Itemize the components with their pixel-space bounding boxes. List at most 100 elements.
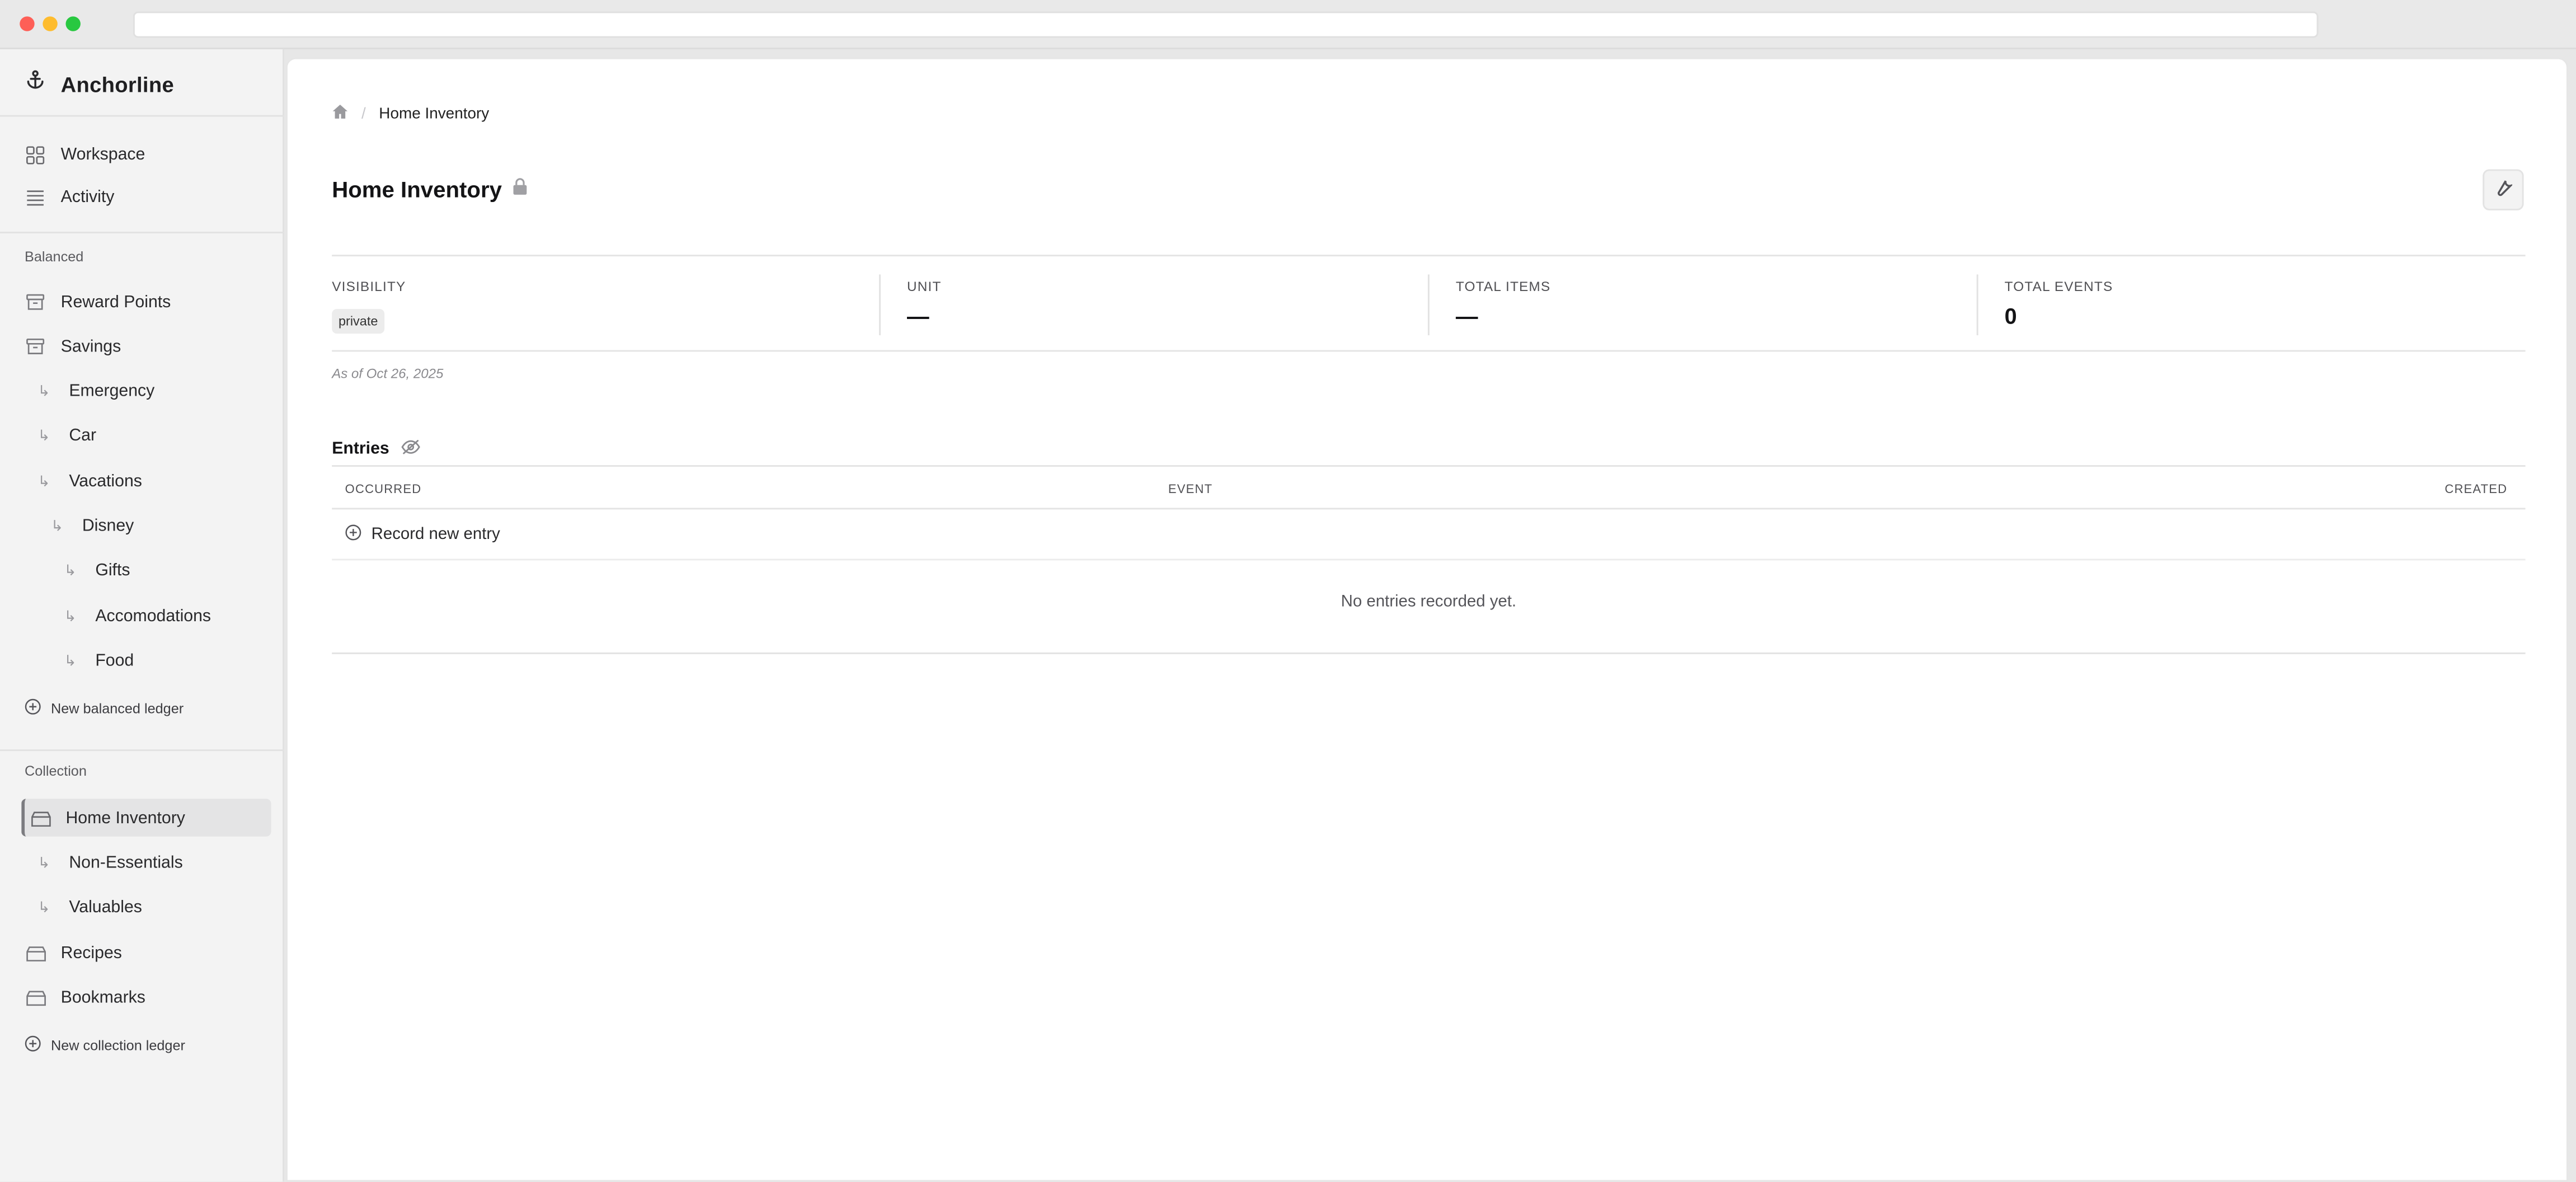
entries-title: Entries bbox=[332, 439, 389, 458]
breadcrumb: / Home Inventory bbox=[332, 104, 489, 125]
app-name: Anchorline bbox=[60, 71, 175, 96]
stat-divider bbox=[1427, 274, 1430, 336]
sidebar-item-label: Activity bbox=[60, 188, 115, 207]
child-arrow-icon: ↳ bbox=[37, 853, 50, 870]
sidebar-item-label: Non-Essentials bbox=[69, 853, 183, 872]
page-header: Home Inventory bbox=[332, 174, 528, 204]
sidebar-item-label: Home Inventory bbox=[65, 809, 185, 828]
sidebar-item-label: Car bbox=[69, 426, 97, 445]
sidebar-item-label: Bookmarks bbox=[60, 988, 145, 1007]
child-arrow-icon: ↳ bbox=[51, 517, 64, 533]
table-header: OCCURRED EVENT CREATED bbox=[332, 465, 2526, 510]
maximize-window-button[interactable] bbox=[65, 16, 81, 31]
home-icon[interactable] bbox=[332, 104, 348, 125]
sidebar-item-valuables[interactable]: ↳ Valuables bbox=[38, 893, 142, 922]
breadcrumb-separator: / bbox=[361, 105, 366, 124]
new-ledger-label: New collection ledger bbox=[51, 1036, 185, 1054]
sidebar-item-activity[interactable]: Activity bbox=[25, 182, 114, 212]
plus-circle-icon bbox=[345, 523, 361, 545]
stat-value: — bbox=[907, 304, 929, 329]
box-icon bbox=[25, 987, 46, 1008]
child-arrow-icon: ↳ bbox=[37, 472, 50, 489]
sidebar-item-food[interactable]: ↳ Food bbox=[64, 646, 134, 676]
eye-off-icon[interactable] bbox=[401, 434, 420, 463]
sidebar-item-label: Valuables bbox=[69, 898, 142, 917]
sidebar-item-label: Food bbox=[95, 651, 134, 670]
column-header-occurred[interactable]: OCCURRED bbox=[345, 481, 422, 496]
sidebar-item-emergency[interactable]: ↳ Emergency bbox=[38, 376, 155, 406]
sidebar-item-accomodations[interactable]: ↳ Accomodations bbox=[64, 602, 211, 631]
page-title: Home Inventory bbox=[332, 176, 502, 201]
app-window: Anchorline Workspace Activity Balanced R… bbox=[0, 0, 2576, 1182]
sidebar-item-home-inventory[interactable]: Home Inventory bbox=[30, 804, 185, 833]
lock-icon bbox=[514, 174, 528, 204]
grid-icon bbox=[25, 144, 46, 165]
sidebar-item-label: Reward Points bbox=[60, 293, 171, 312]
archive-icon bbox=[25, 336, 46, 358]
sidebar-divider bbox=[0, 749, 285, 752]
sidebar-item-label: Savings bbox=[60, 337, 121, 356]
sidebar-item-bookmarks[interactable]: Bookmarks bbox=[25, 983, 145, 1012]
stat-label: TOTAL EVENTS bbox=[2004, 278, 2113, 294]
sidebar-item-label: Vacations bbox=[69, 472, 142, 491]
child-arrow-icon: ↳ bbox=[37, 898, 50, 915]
stat-value: 0 bbox=[2004, 304, 2017, 329]
plus-circle-icon bbox=[25, 1035, 41, 1055]
breadcrumb-current: Home Inventory bbox=[379, 105, 490, 124]
child-arrow-icon: ↳ bbox=[64, 651, 77, 668]
sidebar-item-car[interactable]: ↳ Car bbox=[38, 421, 97, 451]
column-header-event[interactable]: EVENT bbox=[1168, 481, 1212, 496]
table-bottom-border bbox=[332, 652, 2526, 654]
child-arrow-icon: ↳ bbox=[64, 607, 77, 624]
record-new-entry-button[interactable]: Record new entry bbox=[332, 509, 2526, 561]
minimize-window-button[interactable] bbox=[43, 16, 58, 31]
new-collection-ledger-button[interactable]: New collection ledger bbox=[25, 1035, 185, 1055]
stats-bar: VISIBILITY private UNIT — TOTAL ITEMS — … bbox=[332, 255, 2526, 352]
stat-divider bbox=[879, 274, 881, 336]
sidebar-item-label: Disney bbox=[82, 517, 134, 535]
sidebar-item-savings[interactable]: Savings bbox=[25, 332, 121, 362]
child-arrow-icon: ↳ bbox=[37, 382, 50, 399]
list-icon bbox=[25, 186, 46, 208]
sidebar-item-recipes[interactable]: Recipes bbox=[25, 939, 122, 968]
box-icon bbox=[30, 808, 51, 829]
entries-header: Entries bbox=[332, 434, 420, 463]
address-bar[interactable] bbox=[133, 11, 2319, 38]
new-balanced-ledger-button[interactable]: New balanced ledger bbox=[25, 698, 184, 718]
sidebar-item-gifts[interactable]: ↳ Gifts bbox=[64, 556, 130, 585]
stat-value: — bbox=[1455, 304, 1478, 329]
sidebar-item-label: Recipes bbox=[60, 944, 122, 963]
sidebar-item-disney[interactable]: ↳ Disney bbox=[51, 511, 134, 541]
section-label-balanced: Balanced bbox=[25, 248, 84, 265]
new-ledger-label: New balanced ledger bbox=[51, 700, 184, 717]
settings-button[interactable] bbox=[2483, 169, 2524, 210]
as-of-date: As of Oct 26, 2025 bbox=[332, 366, 444, 382]
child-arrow-icon: ↳ bbox=[37, 426, 50, 443]
column-header-created[interactable]: CREATED bbox=[2445, 481, 2507, 496]
sidebar-item-label: Accomodations bbox=[95, 607, 211, 626]
empty-state-message: No entries recorded yet. bbox=[1341, 593, 1517, 612]
brand[interactable]: Anchorline bbox=[25, 69, 174, 98]
sidebar: Anchorline Workspace Activity Balanced R… bbox=[0, 49, 285, 1182]
sidebar-item-reward-points[interactable]: Reward Points bbox=[25, 288, 171, 317]
main-panel: / Home Inventory Home Inventory VISIBILI… bbox=[285, 57, 2568, 1182]
wrench-icon bbox=[2494, 175, 2514, 205]
sidebar-item-vacations[interactable]: ↳ Vacations bbox=[38, 467, 142, 496]
box-icon bbox=[25, 942, 46, 964]
sidebar-item-workspace[interactable]: Workspace bbox=[25, 140, 145, 170]
close-window-button[interactable] bbox=[20, 16, 35, 31]
child-arrow-icon: ↳ bbox=[64, 561, 77, 578]
browser-chrome bbox=[0, 0, 2576, 50]
stat-divider bbox=[1976, 274, 1978, 336]
plus-circle-icon bbox=[25, 698, 41, 718]
sidebar-item-label: Gifts bbox=[95, 561, 130, 580]
record-new-entry-label: Record new entry bbox=[371, 525, 500, 543]
sidebar-item-label: Workspace bbox=[60, 145, 145, 164]
archive-icon bbox=[25, 292, 46, 313]
stat-label: UNIT bbox=[907, 278, 942, 294]
sidebar-divider bbox=[0, 232, 285, 233]
stat-label: VISIBILITY bbox=[332, 278, 406, 294]
visibility-badge: private bbox=[332, 309, 385, 334]
sidebar-divider bbox=[0, 115, 285, 117]
sidebar-item-non-essentials[interactable]: ↳ Non-Essentials bbox=[38, 848, 183, 878]
